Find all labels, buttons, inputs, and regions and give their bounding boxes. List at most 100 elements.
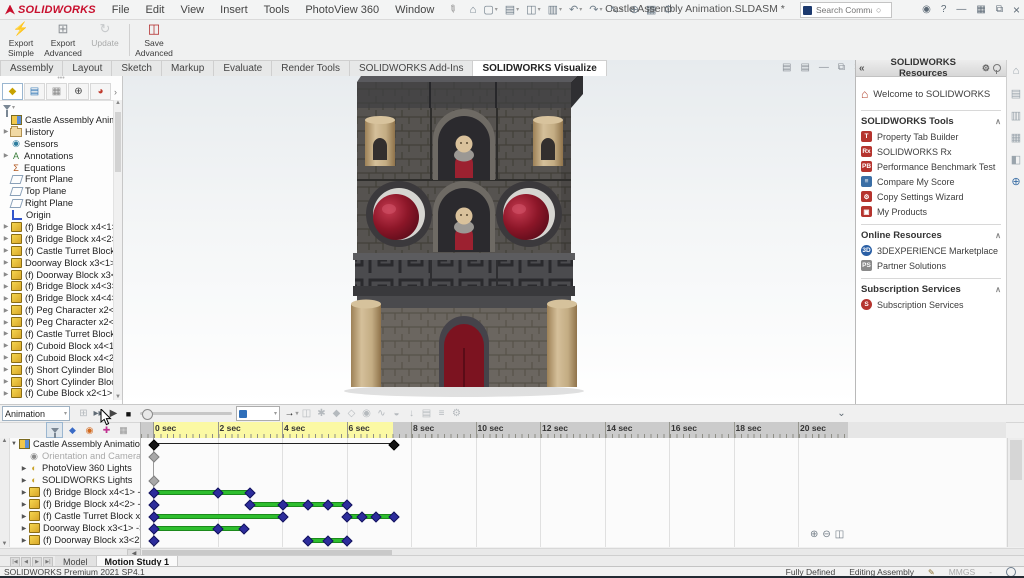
expand-arrow-icon[interactable]: ▶ [2,223,10,230]
toolbar-overflow-icon[interactable]: ⌄ [834,407,849,421]
file-explorer-tab-icon[interactable]: ▥ [1007,104,1024,126]
keyframe-diamond[interactable] [148,439,159,450]
menu-photoview-360[interactable]: PhotoView 360 [297,2,387,18]
tab-layout[interactable]: Layout [62,60,112,76]
previous-window-icon[interactable]: ▤ [782,62,791,73]
feature-tree-item[interactable]: ◉Sensors [2,138,114,150]
motion-tree-item[interactable]: ◉Orientation and Camera Vi [10,450,140,462]
menu-window[interactable]: Window [387,2,442,18]
timeline-zoom-out-icon[interactable]: ⊖ [822,529,830,540]
motion-tree-item[interactable]: ▼Castle Assembly Animation (D [10,438,140,450]
menu-insert[interactable]: Insert [212,2,256,18]
pane-pin-icon[interactable] [993,64,1001,72]
keyframe-diamond[interactable] [341,511,352,522]
expand-arrow-icon[interactable]: ▶ [20,525,28,532]
panel-tab-overflow-icon[interactable]: › [114,87,117,97]
feature-tree-item[interactable]: ▶(f) Doorway Block x3<2> ->? (D [2,269,114,281]
resource-link[interactable]: RxSOLIDWORKS Rx [861,144,1001,159]
keyframe-diamond[interactable] [370,511,381,522]
keyframe-diamond[interactable] [341,535,352,546]
feature-tree-item[interactable]: ▶(f) Cuboid Block x4<2> ->? (De [2,352,114,364]
tab-evaluate[interactable]: Evaluate [213,60,272,76]
keyframe-diamond[interactable] [356,511,367,522]
resource-link[interactable]: ▣My Products [861,204,1001,219]
feature-tree-item[interactable]: ▶(f) Peg Character x2<1> ->? (De [2,304,114,316]
keyframe-diamond[interactable] [148,535,159,546]
welcome-link[interactable]: ⌂Welcome to SOLIDWORKS [861,83,1001,105]
scroll-down-icon[interactable]: ▼ [0,541,9,547]
expand-arrow-icon[interactable]: ▶ [2,283,10,290]
next-window-icon[interactable]: ▤ [800,62,809,73]
motion-tree-item[interactable]: ▶(f) Doorway Block x3<2> - [10,534,140,546]
tab-sketch[interactable]: Sketch [111,60,162,76]
resource-link[interactable]: PSPartner Solutions [861,258,1001,273]
feature-tree-item[interactable]: Castle Assembly Animation (Defaul [2,114,114,126]
expand-arrow-icon[interactable]: ▶ [20,501,28,508]
animation-bar[interactable] [153,526,243,531]
feature-tree-item[interactable]: Top Plane [2,185,114,197]
feature-tree-item[interactable]: Right Plane [2,197,114,209]
minimize-icon[interactable]: — [819,62,829,73]
keyframe-diamond[interactable] [148,523,159,534]
section-header[interactable]: Subscription Services∧ [861,282,1001,297]
feature-tree-item[interactable]: ▶(f) Castle Turret Block x2<2> -> [2,328,114,340]
expand-arrow-icon[interactable]: ▶ [2,247,10,254]
feature-tree-item[interactable]: ▶History [2,126,114,138]
filter-icon[interactable] [3,105,11,110]
pane-options-icon[interactable]: ⚙ [982,63,990,74]
keyframe-diamond[interactable] [212,487,223,498]
collapse-icon[interactable]: ∧ [995,285,1001,294]
search-input[interactable] [814,4,874,16]
playback-speed-combo[interactable]: ▾ [236,406,280,421]
feature-tree-item[interactable]: ▶(f) Peg Character x2<2> ->? (De [2,316,114,328]
playback-mode-button[interactable]: →▾ [284,407,299,421]
feature-tree-item[interactable]: ▶(f) Cuboid Block x4<1> ->? (De [2,340,114,352]
resources-tab-icon[interactable]: ⌂ [1007,60,1024,82]
pin-icon[interactable]: ✎ [441,0,464,20]
feature-tree-item[interactable]: ΣEquations [2,162,114,174]
keyframe-diamond[interactable] [238,523,249,534]
keyframe-diamond[interactable] [245,499,256,510]
keyframe-diamond[interactable] [322,535,333,546]
section-header[interactable]: Online Resources∧ [861,228,1001,243]
animation-bar[interactable] [153,490,250,495]
search-icon[interactable]: ○ [876,5,881,15]
keyframe-diamond[interactable] [148,499,159,510]
resource-link[interactable]: TProperty Tab Builder [861,129,1001,144]
tab-next-icon[interactable]: ▶ [32,557,42,567]
timeline-zoom-fit-icon[interactable]: ◫ [835,529,844,540]
save-advanced-button[interactable]: ◫SaveAdvanced [133,22,175,60]
motion-tree-item[interactable]: ▶Doorway Block x3<1> ->? [10,522,140,534]
keyframe-diamond[interactable] [277,499,288,510]
keyframe-diamond[interactable] [212,523,223,534]
motion-tree-item[interactable]: ▶(f) Bridge Block x4<2> ->? [10,498,140,510]
expand-arrow-icon[interactable]: ▶ [2,307,10,314]
custom-properties-tab-icon[interactable]: ⊕ [1007,170,1024,192]
timeline-ruler[interactable]: 0 sec2 sec4 sec6 sec8 sec10 sec12 sec14 … [141,422,1006,438]
menu-file[interactable]: File [104,2,138,18]
keyframe-diamond[interactable] [148,511,159,522]
expand-arrow-icon[interactable]: ▶ [2,128,10,135]
resource-link[interactable]: SSubscription Services [861,297,1001,312]
expand-arrow-icon[interactable]: ▶ [2,330,10,337]
feature-tree-item[interactable]: ▶(f) Castle Turret Block x2<1> -> [2,245,114,257]
collapse-icon[interactable]: ∧ [995,117,1001,126]
resource-link[interactable]: 3D3DEXPERIENCE Marketplace [861,243,1001,258]
tab-first-icon[interactable]: |◀ [10,557,20,567]
motion-tree-item[interactable]: ▶◐SOLIDWORKS Lights [10,474,140,486]
expand-arrow-icon[interactable]: ▶ [20,489,28,496]
view-palette-tab-icon[interactable]: ▦ [1007,126,1024,148]
feature-tree-item[interactable]: Front Plane [2,173,114,185]
animation-bar[interactable] [153,514,282,519]
panel-grip[interactable]: ••• [0,76,122,83]
expand-arrow-icon[interactable]: ▶ [2,235,10,242]
restore-icon[interactable]: ⧉ [996,4,1003,15]
study-type-combo[interactable]: Animation ▾ [2,406,70,421]
tab-prev-icon[interactable]: ◀ [21,557,31,567]
tab-solidworks-add-ins[interactable]: SOLIDWORKS Add-Ins [349,60,473,76]
keyframe-diamond[interactable] [388,439,399,450]
feature-tree-item[interactable]: ▶(f) Bridge Block x4<4> ->? (Def [2,292,114,304]
new-document-icon[interactable]: ▢▾ [480,3,500,16]
keyframe-diamond[interactable] [303,535,314,546]
export-advanced-button[interactable]: ⊞ExportAdvanced [42,22,84,60]
